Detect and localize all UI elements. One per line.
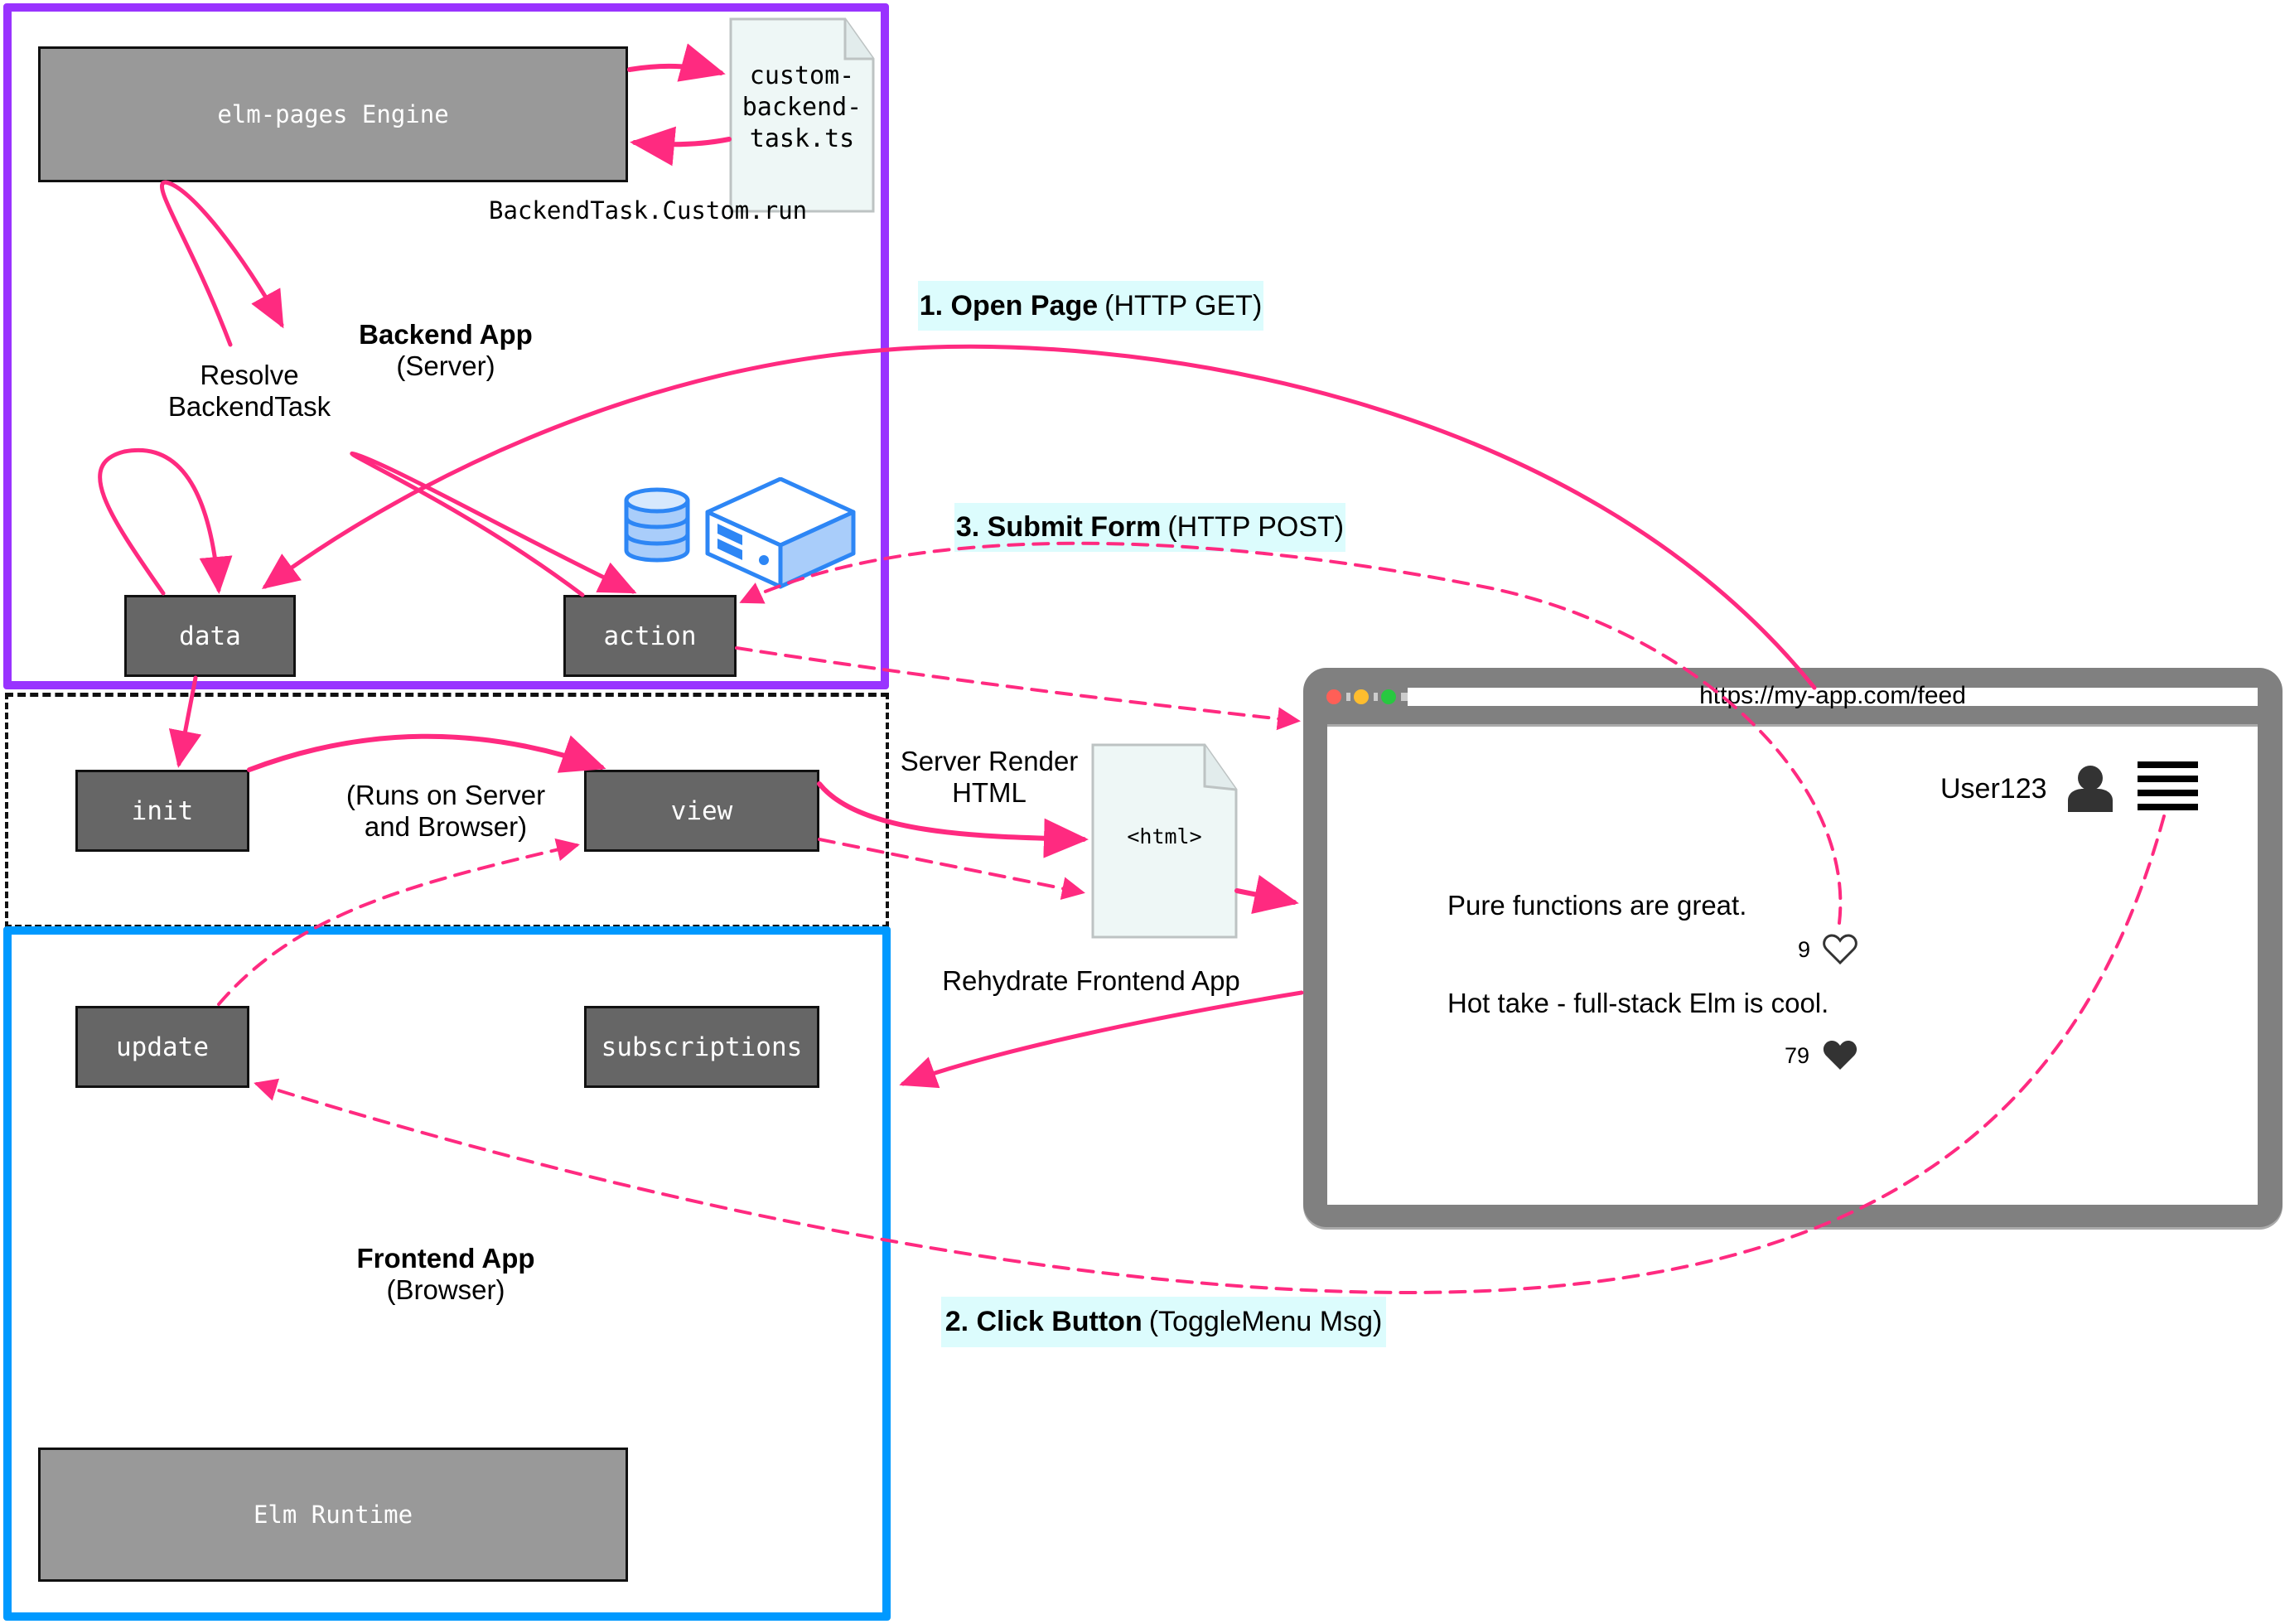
html-document: <html> bbox=[1091, 743, 1238, 939]
step-title: 2. Click Button bbox=[944, 1306, 1142, 1337]
view-label: view bbox=[670, 795, 733, 826]
step-detail: (ToggleMenu Msg) bbox=[1148, 1306, 1383, 1337]
subscriptions-label: subscriptions bbox=[601, 1032, 803, 1062]
step-title: 1. Open Page bbox=[919, 289, 1099, 321]
browser-window: https://my-app.com/feed User123 Pure fun… bbox=[1303, 668, 2283, 1227]
database-icon bbox=[624, 487, 690, 563]
file-name-line: custom- bbox=[749, 61, 855, 90]
elm-pages-engine-box: elm-pages Engine bbox=[38, 46, 628, 182]
server-render-line: HTML bbox=[952, 777, 1027, 808]
frontend-app-title: Frontend App (Browser) bbox=[356, 1243, 534, 1306]
resolve-backendtask-label: Resolve BackendTask bbox=[168, 360, 331, 423]
init-label: init bbox=[131, 795, 194, 826]
dot-separator bbox=[1374, 693, 1378, 701]
like-count: 9 bbox=[1798, 937, 1811, 962]
elm-runtime-box: Elm Runtime bbox=[38, 1448, 628, 1582]
html-tag-text: <html> bbox=[1127, 824, 1202, 848]
runtime-label: Elm Runtime bbox=[253, 1501, 413, 1529]
file-name-line: backend- bbox=[742, 93, 862, 122]
runs-line: and Browser) bbox=[364, 811, 528, 842]
resolve-line: Resolve bbox=[200, 360, 299, 390]
backend-subtitle: (Server) bbox=[396, 350, 495, 381]
dot-separator bbox=[1346, 693, 1350, 701]
heart-outline-icon[interactable] bbox=[1823, 934, 1857, 965]
init-box: init bbox=[75, 770, 249, 852]
maximize-window-dot[interactable] bbox=[1381, 689, 1396, 704]
step-detail: (HTTP POST) bbox=[1167, 511, 1345, 543]
view-box: view bbox=[584, 770, 819, 852]
step-title: 3. Submit Form bbox=[955, 511, 1162, 543]
runs-on-caption: (Runs on Server and Browser) bbox=[346, 780, 545, 843]
step-detail: (HTTP GET) bbox=[1104, 289, 1263, 321]
update-label: update bbox=[116, 1032, 209, 1062]
dot-separator bbox=[1401, 693, 1408, 701]
backend-title: Backend App bbox=[359, 319, 533, 350]
hamburger-menu-icon[interactable] bbox=[2138, 761, 2198, 811]
like-count: 79 bbox=[1785, 1043, 1810, 1068]
minimize-window-dot[interactable] bbox=[1354, 689, 1369, 704]
custom-backend-task-file: custom- backend- task.ts bbox=[729, 17, 875, 213]
data-box: data bbox=[124, 595, 296, 677]
user-avatar-icon[interactable] bbox=[2066, 764, 2114, 812]
file-name-line: task.ts bbox=[749, 124, 855, 153]
username: User123 bbox=[1940, 773, 2047, 805]
runs-line: (Runs on Server bbox=[345, 780, 546, 810]
rehydrate-label: Rehydrate Frontend App bbox=[942, 965, 1240, 996]
url-text: https://my-app.com/feed bbox=[1699, 682, 1966, 709]
heart-filled-icon[interactable] bbox=[1823, 1040, 1857, 1071]
address-bar[interactable]: https://my-app.com/feed bbox=[1408, 684, 2258, 708]
step-submit-form: 3. Submit Form (HTTP POST) bbox=[954, 503, 1345, 552]
update-box: update bbox=[75, 1006, 249, 1088]
subscriptions-box: subscriptions bbox=[584, 1006, 819, 1088]
post-text: Hot take - full-stack Elm is cool. bbox=[1447, 988, 1829, 1018]
frontend-subtitle: (Browser) bbox=[386, 1274, 505, 1305]
server-icon bbox=[705, 477, 856, 589]
post-text: Pure functions are great. bbox=[1447, 890, 1747, 921]
arrow-rehydrate-to-frontend bbox=[899, 990, 1304, 1089]
step-click-button: 2. Click Button (ToggleMenu Msg) bbox=[941, 1297, 1386, 1347]
action-box: action bbox=[563, 595, 737, 677]
server-render-line: Server Render bbox=[900, 746, 1079, 776]
server-render-label: Server Render HTML bbox=[901, 746, 1079, 809]
backend-app-title: Backend App (Server) bbox=[359, 319, 533, 382]
close-window-dot[interactable] bbox=[1326, 689, 1341, 704]
resolve-line: BackendTask bbox=[167, 391, 331, 422]
custom-run-caption: BackendTask.Custom.run bbox=[489, 196, 808, 225]
frontend-title: Frontend App bbox=[356, 1243, 535, 1274]
page-content: User123 Pure functions are great. 9 Hot … bbox=[1327, 724, 2258, 1205]
arrow-html-to-browser bbox=[1234, 874, 1299, 914]
step-open-page: 1. Open Page (HTTP GET) bbox=[918, 281, 1263, 331]
engine-label: elm-pages Engine bbox=[217, 100, 449, 128]
data-label: data bbox=[179, 621, 241, 651]
action-label: action bbox=[603, 621, 697, 651]
